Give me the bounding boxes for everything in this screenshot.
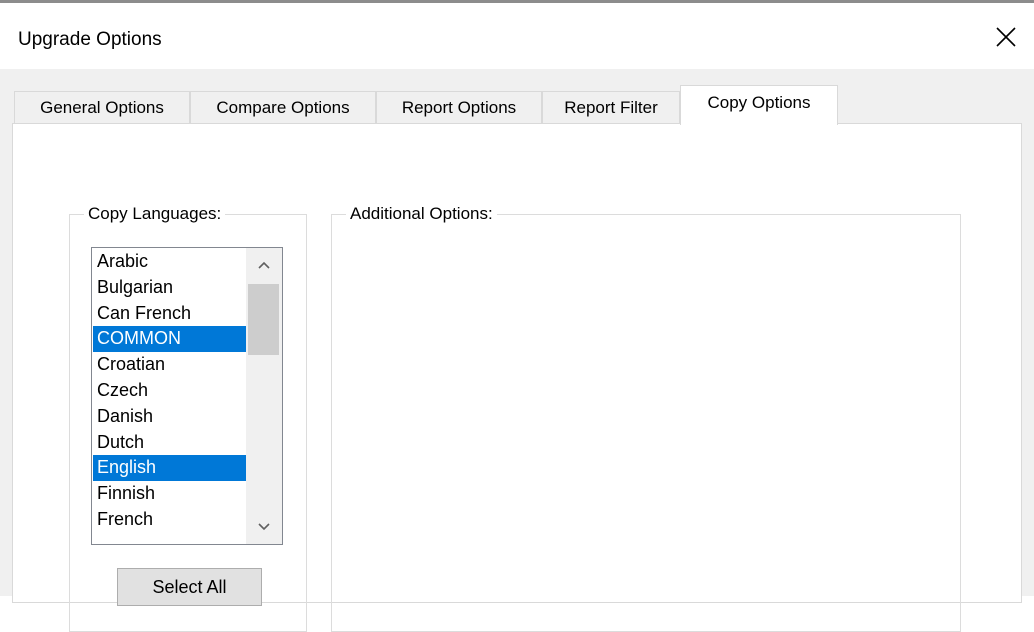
copy-options-panel: Copy Languages: Arabic Bulgarian Can Fre… (12, 123, 1022, 632)
list-item[interactable]: Finnish (93, 481, 246, 507)
list-item[interactable]: Czech (93, 378, 246, 404)
scroll-up-button[interactable] (246, 248, 282, 282)
close-icon (996, 27, 1016, 47)
scroll-down-button[interactable] (246, 510, 282, 544)
additional-options-legend: Additional Options: (346, 202, 497, 226)
scroll-thumb[interactable] (248, 284, 279, 355)
list-item[interactable]: Bulgarian (93, 275, 246, 301)
tab-label: Report Filter (564, 98, 658, 117)
tab-copy-options[interactable]: Copy Options (680, 85, 838, 125)
copy-languages-listbox[interactable]: Arabic Bulgarian Can French COMMON Croat… (91, 247, 283, 545)
close-button[interactable] (992, 23, 1020, 51)
list-item[interactable]: Arabic (93, 249, 246, 275)
chevron-up-icon (258, 261, 270, 269)
tab-label: Copy Options (707, 93, 811, 112)
additional-options-group: Additional Options: (331, 202, 961, 632)
copy-languages-legend: Copy Languages: (84, 202, 226, 226)
list-item[interactable]: Croatian (93, 352, 246, 378)
language-list: Arabic Bulgarian Can French COMMON Croat… (93, 249, 246, 533)
language-list-scrollbar[interactable] (246, 248, 282, 544)
window-title: Upgrade Options (18, 29, 162, 50)
tab-general-options[interactable]: General Options (14, 91, 190, 124)
title-bar[interactable]: Upgrade Options (0, 3, 1034, 69)
list-item[interactable]: Danish (93, 404, 246, 430)
tab-report-options[interactable]: Report Options (376, 91, 542, 124)
chevron-down-icon (258, 523, 270, 531)
tab-label: Compare Options (216, 98, 350, 117)
list-item[interactable]: English (93, 455, 246, 482)
tab-compare-options[interactable]: Compare Options (190, 91, 376, 124)
tab-label: Report Options (401, 98, 517, 117)
select-all-button[interactable]: Select All (117, 568, 262, 606)
list-item[interactable]: French (93, 507, 246, 533)
tab-report-filter[interactable]: Report Filter (542, 91, 680, 124)
list-item[interactable]: Can French (93, 301, 246, 327)
tab-label: General Options (40, 98, 164, 117)
list-item[interactable]: Dutch (93, 430, 246, 456)
list-item[interactable]: COMMON (93, 326, 246, 353)
dialog-body: General Options Compare Options Report O… (0, 69, 1034, 632)
